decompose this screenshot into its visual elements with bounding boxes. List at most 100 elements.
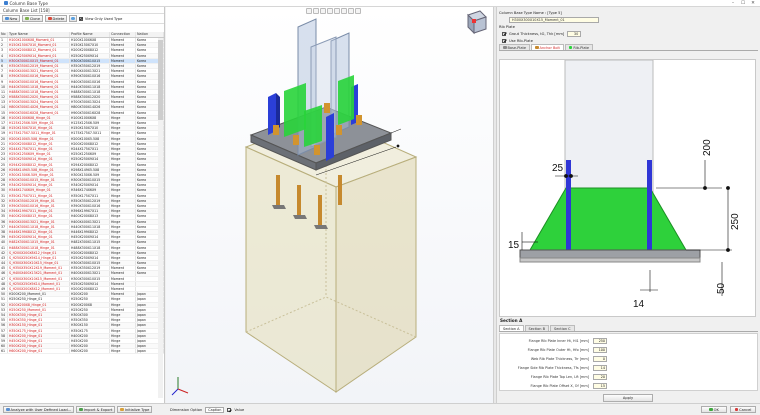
row-number: 56 — [0, 323, 8, 328]
row-number: 27 — [0, 172, 8, 178]
grout-input[interactable]: 30 — [567, 30, 582, 37]
param-value-input[interactable]: 20 — [593, 374, 607, 380]
param-label: Web Rib Plate Thickness, Trr [mm] — [530, 357, 589, 361]
maximize-icon[interactable]: ☐ — [738, 1, 748, 6]
row-number: 45 — [0, 266, 8, 271]
row-type-name: H200X200X8X12_Hinge_01 — [8, 141, 70, 146]
apply-button[interactable]: Apply — [603, 394, 653, 402]
row-type-name: H100X100X6X8_Moment_01 — [8, 38, 70, 43]
initialize-type-button[interactable]: Initialize Type — [117, 406, 153, 413]
row-profile-name: H298X149X5.5X8 — [70, 167, 110, 172]
row-profile-name: H100X100X6X8 — [70, 115, 110, 120]
row-type-name: H200X100X5.5X8_Hinge_01 — [8, 136, 70, 141]
row-profile-name: H900X300X16X28 — [70, 110, 110, 115]
col-header-connection[interactable]: Connection — [110, 32, 136, 37]
param-label: Flange Rib Plate Top Len, Lft [mm] — [530, 375, 589, 379]
refresh-button[interactable] — [69, 15, 77, 22]
row-number: 58 — [0, 333, 8, 338]
clone-button[interactable]: Clone — [22, 15, 44, 22]
close-icon[interactable]: ✕ — [748, 1, 758, 6]
tab-base-plate[interactable]: Base-Plate — [499, 44, 531, 50]
row-number: 38 — [0, 229, 8, 235]
value-checkbox[interactable] — [227, 408, 232, 412]
type-name-input[interactable]: H300X300X10X15_Moment_01 — [509, 16, 599, 23]
row-number: 22 — [0, 146, 8, 152]
row-profile-name: H488X300X11X18 — [70, 89, 110, 95]
pan-icon[interactable] — [334, 8, 340, 14]
list-scrollbar[interactable] — [158, 38, 163, 398]
import-export-button[interactable]: Import & Export — [76, 406, 116, 413]
3d-viewport[interactable] — [166, 7, 493, 403]
row-type-name: H175X175X7.5X11_Hinge_01 — [8, 131, 70, 136]
col-header-profile-name[interactable]: Profile Name — [70, 32, 110, 37]
new-button[interactable]: New — [2, 15, 21, 22]
param-label: Flange Rib Plate Outer Ht, Hfo [mm] — [527, 348, 589, 352]
row-type-name: H500X200_Hinge_01 — [8, 344, 70, 349]
row-profile-name: H350X350X12X19 — [70, 266, 110, 271]
row-type-name: H900X300X16X28_Moment_01 — [8, 110, 70, 115]
row-profile-name: H200X200X8X12 — [70, 141, 110, 146]
row-number: 36 — [0, 219, 8, 224]
ok-button[interactable]: OK — [701, 406, 727, 413]
row-type-name: H300X300X10X15_Hinge_01 — [8, 178, 70, 183]
row-profile-name: H250X250 — [70, 307, 110, 312]
row-type-name: H482X300X11X15_Hinge_01 — [8, 240, 70, 245]
row-type-name: H800X300X14X26_Moment_01 — [8, 105, 70, 110]
row-type-name: H440X300X11X18_Hinge_01 — [8, 224, 70, 229]
use-rib-checkbox[interactable] — [502, 38, 506, 43]
tab-anchor-bolt[interactable]: Anchor Bolt — [531, 44, 564, 50]
row-type-name: H396X199X7X11_Hinge_01 — [8, 209, 70, 214]
tab-section-c[interactable]: Section C — [550, 325, 575, 331]
tab-section-b[interactable]: Section B — [524, 325, 550, 331]
col-header-nation[interactable]: Nation — [136, 32, 164, 37]
row-type-name: H450X200X9X14_Hinge_01 — [8, 235, 70, 240]
list-header: Column Base List [158] — [0, 7, 164, 14]
section-parameters: Flange Rib Plate Inner Ht, Hi1 [mm] 250 Fl… — [499, 333, 758, 391]
row-connection: Hinge — [110, 136, 136, 141]
iso-view-icon[interactable] — [341, 8, 347, 14]
param-value-input[interactable]: 15 — [593, 383, 607, 389]
row-number: 28 — [0, 178, 8, 183]
use-rib-label: Use Rib-Plate — [509, 38, 533, 43]
zoom-fit-icon[interactable] — [306, 8, 312, 14]
view-cube-icon[interactable] — [467, 10, 487, 35]
row-type-name: H350X350_Hinge_01 — [8, 318, 70, 323]
view-only-used-checkbox[interactable] — [78, 16, 83, 21]
minimize-icon[interactable]: – — [728, 1, 738, 6]
col-header-type-name[interactable]: Type Name — [8, 32, 70, 37]
row-type-name: H250X250_Moment_01 — [8, 307, 70, 312]
cancel-button[interactable]: Cancel — [730, 406, 756, 413]
top-view-icon[interactable] — [355, 8, 361, 14]
row-type-name: S_H200X200X8X12_Hinge_01 — [8, 250, 70, 255]
zoom-in-icon[interactable] — [313, 8, 319, 14]
tab-section-a[interactable]: Section A — [499, 325, 524, 331]
rotate-icon[interactable] — [327, 8, 333, 14]
col-header-no[interactable]: No — [0, 32, 8, 37]
grout-checkbox[interactable] — [502, 31, 506, 36]
row-profile-name: H244X175X7X11 — [70, 146, 110, 152]
analyze-button[interactable]: Analyze with User Defined Load... — [3, 406, 75, 413]
front-view-icon[interactable] — [348, 8, 354, 14]
type-name-row: Column Base Type Name : [Type 5] — [499, 9, 758, 16]
row-number: 34 — [0, 209, 8, 214]
param-value-input[interactable]: 100 — [593, 347, 607, 353]
row-number: 55 — [0, 318, 8, 323]
caption-combo[interactable]: Caption — [205, 407, 225, 413]
param-value-input[interactable]: 0 — [593, 356, 607, 362]
row-type-name: S_H350X350X12X19_Moment_01 — [8, 266, 70, 271]
zoom-out-icon[interactable] — [320, 8, 326, 14]
row-number: 12 — [0, 95, 8, 100]
param-value-input[interactable]: 14 — [593, 365, 607, 371]
row-connection: Moment — [110, 79, 136, 84]
delete-button[interactable]: Delete — [45, 15, 68, 22]
dialog-buttons: OK Cancel — [701, 406, 756, 413]
param-value-input[interactable]: 250 — [593, 338, 607, 344]
list-toolbar: New Clone Delete View Only Used Type — [0, 14, 164, 24]
row-profile-name: H300X300X10X15 — [70, 276, 110, 281]
table-row[interactable]: 61 H600X200_Hinge_01 H600X200 Hinge Japan — [0, 349, 164, 355]
tab-rib-plate[interactable]: Rib-Plate — [564, 44, 594, 50]
row-type-name: H250X250_Hinge_01 — [8, 297, 70, 302]
row-profile-name: H200X200 — [70, 292, 110, 297]
row-number: 54 — [0, 312, 8, 318]
list-scroll-thumb[interactable] — [158, 40, 163, 120]
